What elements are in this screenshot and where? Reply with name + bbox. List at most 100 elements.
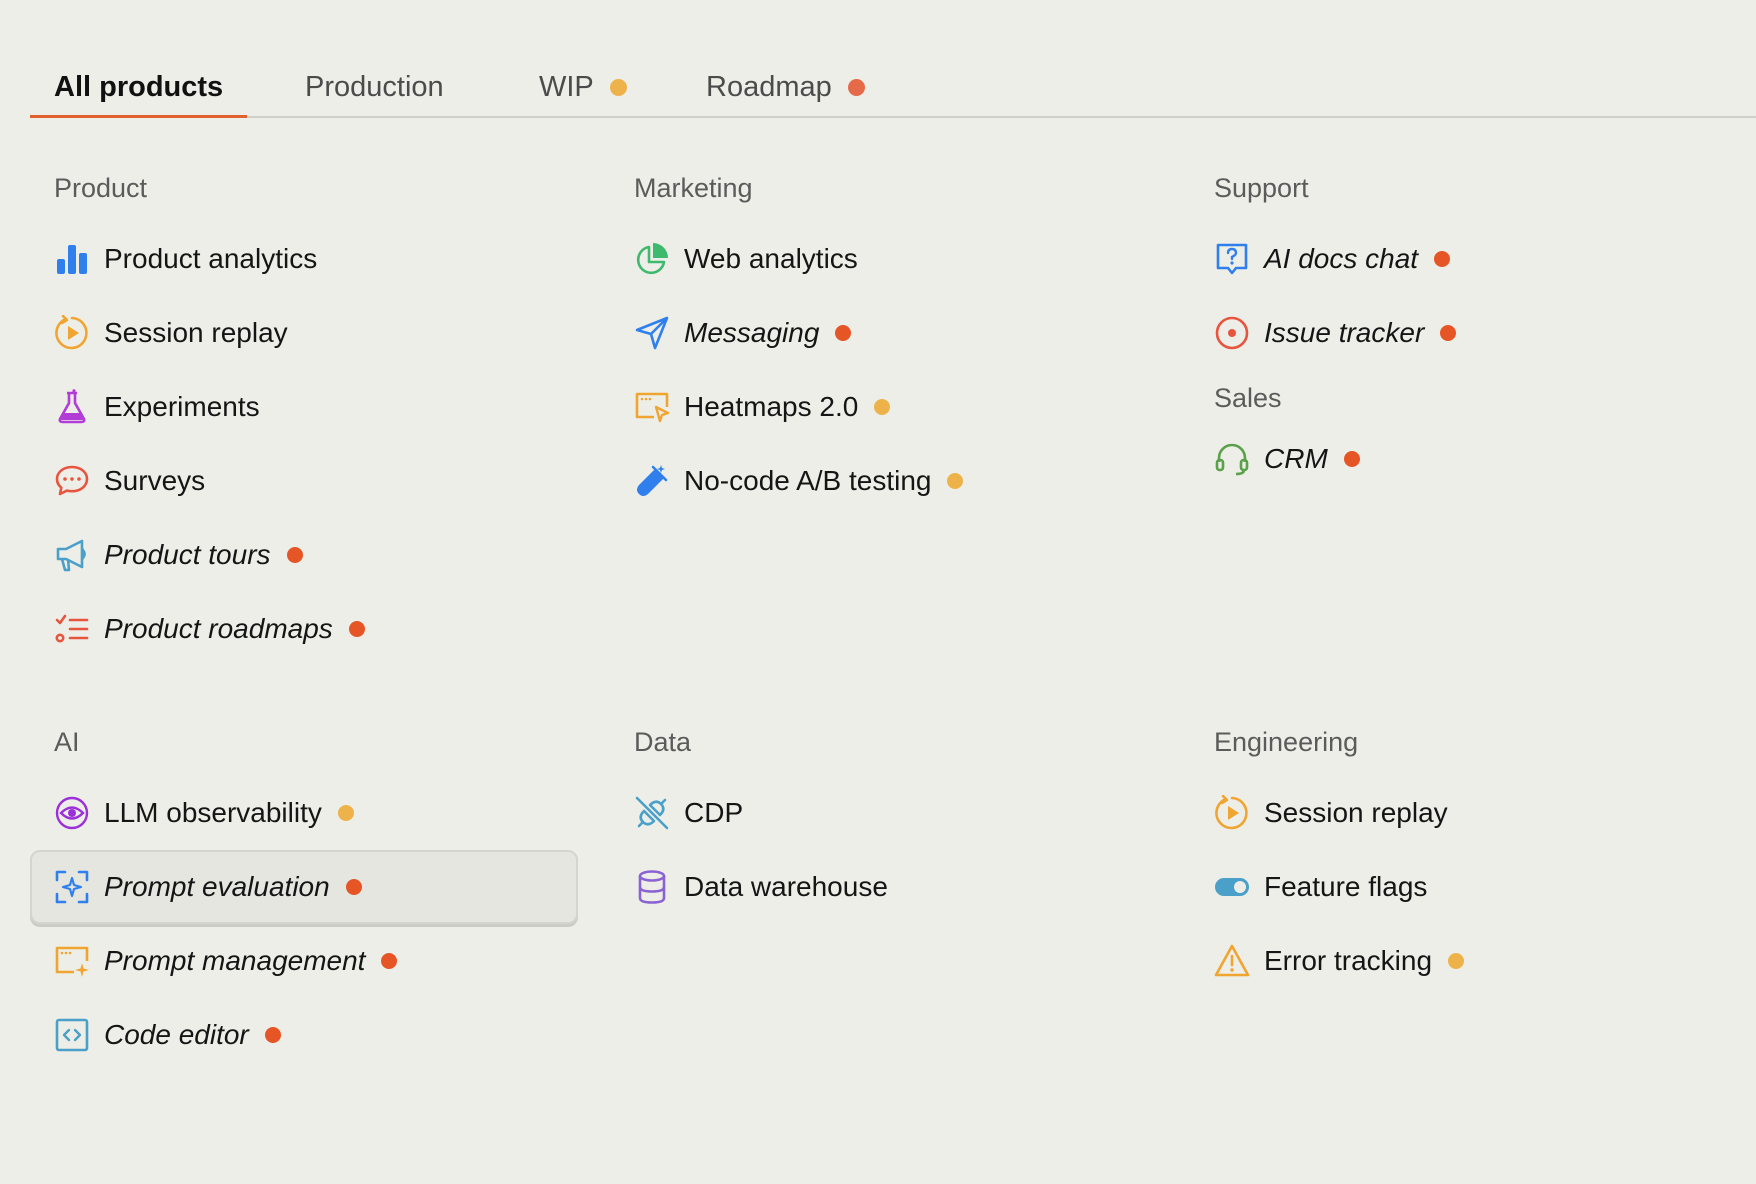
sparkle-scan-icon [54, 869, 90, 905]
item-label: Messaging [684, 317, 820, 348]
item-label: AI docs chat [1264, 243, 1419, 274]
toggle-icon [1214, 869, 1250, 905]
item-label: Experiments [104, 391, 260, 422]
product-item-experiments[interactable]: Experiments [30, 370, 590, 444]
item-label: Error tracking [1264, 945, 1433, 976]
data-item-cdp[interactable]: CDP [610, 776, 1170, 850]
tab-production[interactable]: Production [305, 58, 444, 116]
ai-item-prompt-evaluation[interactable]: Prompt evaluation [30, 850, 578, 924]
engineering-item-session-replay[interactable]: Session replay [1190, 776, 1750, 850]
replay-icon [1214, 795, 1250, 831]
data-item-data-warehouse[interactable]: Data warehouse [610, 850, 1170, 924]
marketing-item-web-analytics[interactable]: Web analytics [610, 222, 1170, 296]
wip-status-dot [337, 805, 354, 821]
item-label: LLM observability [104, 797, 322, 828]
product-item-product-analytics[interactable]: Product analytics [30, 222, 590, 296]
wip-status-dot [874, 399, 891, 415]
product-item-session-replay[interactable]: Session replay [30, 296, 590, 370]
database-icon [634, 869, 670, 905]
section-product: Product Product analytics Session replay… [30, 168, 590, 666]
section-ai: AI LLM observability Prompt evaluation P… [30, 722, 590, 1072]
tab-label: WIP [539, 70, 594, 103]
item-label: CRM [1264, 443, 1328, 474]
product-item-product-tours[interactable]: Product tours [30, 518, 590, 592]
tab-roadmap[interactable]: Roadmap [706, 58, 865, 116]
item-label: Surveys [104, 465, 206, 496]
item-label: Feature flags [1264, 871, 1428, 902]
roadmap-status-dot [286, 547, 303, 563]
roadmap-status-dot [345, 879, 362, 895]
marketing-item-messaging[interactable]: Messaging [610, 296, 1170, 370]
item-label: Product roadmaps [104, 613, 333, 644]
section-title: AI [54, 727, 80, 757]
sales-item-crm[interactable]: CRM [1190, 422, 1750, 496]
support-item-ai-docs-chat[interactable]: AI docs chat [1190, 222, 1750, 296]
active-tab-underline [30, 115, 248, 118]
tab-label: Roadmap [706, 70, 832, 103]
support-item-issue-tracker[interactable]: Issue tracker [1190, 296, 1750, 370]
heatmap-icon [634, 389, 670, 425]
headset-icon [1214, 441, 1250, 477]
item-label: Heatmaps 2.0 [684, 391, 859, 422]
item-label: CDP [684, 797, 744, 828]
tab-wip[interactable]: WIP [539, 58, 627, 116]
section-title: Engineering [1214, 727, 1359, 757]
test-tube-icon [634, 463, 670, 499]
item-label: Web analytics [684, 243, 858, 274]
ai-item-prompt-management[interactable]: Prompt management [30, 924, 590, 998]
item-label: Product analytics [104, 243, 318, 274]
tab-all-products[interactable]: All products [30, 58, 248, 118]
roadmap-status-dot [1434, 251, 1451, 267]
item-label: Data warehouse [684, 871, 888, 902]
plug-icon [634, 795, 670, 831]
roadmap-status-dot [264, 1027, 281, 1043]
item-label: Session replay [104, 317, 288, 348]
wip-status-dot [947, 473, 964, 489]
section-title: Support [1214, 173, 1309, 203]
item-label: Code editor [104, 1019, 249, 1050]
section-engineering: Engineering Session replay Feature flags… [1190, 722, 1750, 998]
roadmap-status-dot [1440, 325, 1457, 341]
item-label: Issue tracker [1264, 317, 1425, 348]
question-chat-icon [1214, 241, 1250, 277]
roadmap-status-dot [847, 78, 865, 96]
target-icon [1214, 315, 1250, 351]
eye-icon [54, 795, 90, 831]
ai-item-code-editor[interactable]: Code editor [30, 998, 590, 1072]
engineering-item-feature-flags[interactable]: Feature flags [1190, 850, 1750, 924]
chat-bubble-icon [54, 463, 90, 499]
item-label: Product tours [104, 539, 271, 570]
send-icon [634, 315, 670, 351]
section-support: Support AI docs chat Issue tracker [1190, 168, 1750, 370]
product-item-product-roadmaps[interactable]: Product roadmaps [30, 592, 590, 666]
section-marketing: Marketing Web analytics Messaging Heatma… [610, 168, 1170, 518]
tab-label: All products [54, 70, 224, 103]
pie-chart-icon [634, 241, 670, 277]
checklist-icon [54, 611, 90, 647]
item-label: No-code A/B testing [684, 465, 932, 496]
roadmap-status-dot [381, 953, 398, 969]
product-tabs: All products Production WIP Roadmap [30, 58, 1756, 118]
bar-chart-icon [54, 241, 90, 277]
window-sparkle-icon [54, 943, 90, 979]
marketing-item-no-code-ab-testing[interactable]: No-code A/B testing [610, 444, 1170, 518]
warning-icon [1214, 943, 1250, 979]
megaphone-icon [54, 537, 90, 573]
section-sales: Sales CRM [1190, 378, 1750, 496]
section-title: Data [634, 727, 692, 757]
ai-item-llm-observability[interactable]: LLM observability [30, 776, 590, 850]
section-title: Marketing [634, 173, 753, 203]
product-item-surveys[interactable]: Surveys [30, 444, 590, 518]
tab-label: Production [305, 70, 444, 103]
code-icon [54, 1017, 90, 1053]
section-title: Sales [1214, 383, 1282, 413]
item-label: Prompt evaluation [104, 871, 330, 902]
engineering-item-error-tracking[interactable]: Error tracking [1190, 924, 1750, 998]
roadmap-status-dot [835, 325, 852, 341]
wip-status-dot [609, 78, 627, 96]
section-title: Product [54, 173, 148, 203]
marketing-item-heatmaps[interactable]: Heatmaps 2.0 [610, 370, 1170, 444]
roadmap-status-dot [348, 621, 365, 637]
flask-icon [54, 389, 90, 425]
wip-status-dot [1448, 953, 1465, 969]
